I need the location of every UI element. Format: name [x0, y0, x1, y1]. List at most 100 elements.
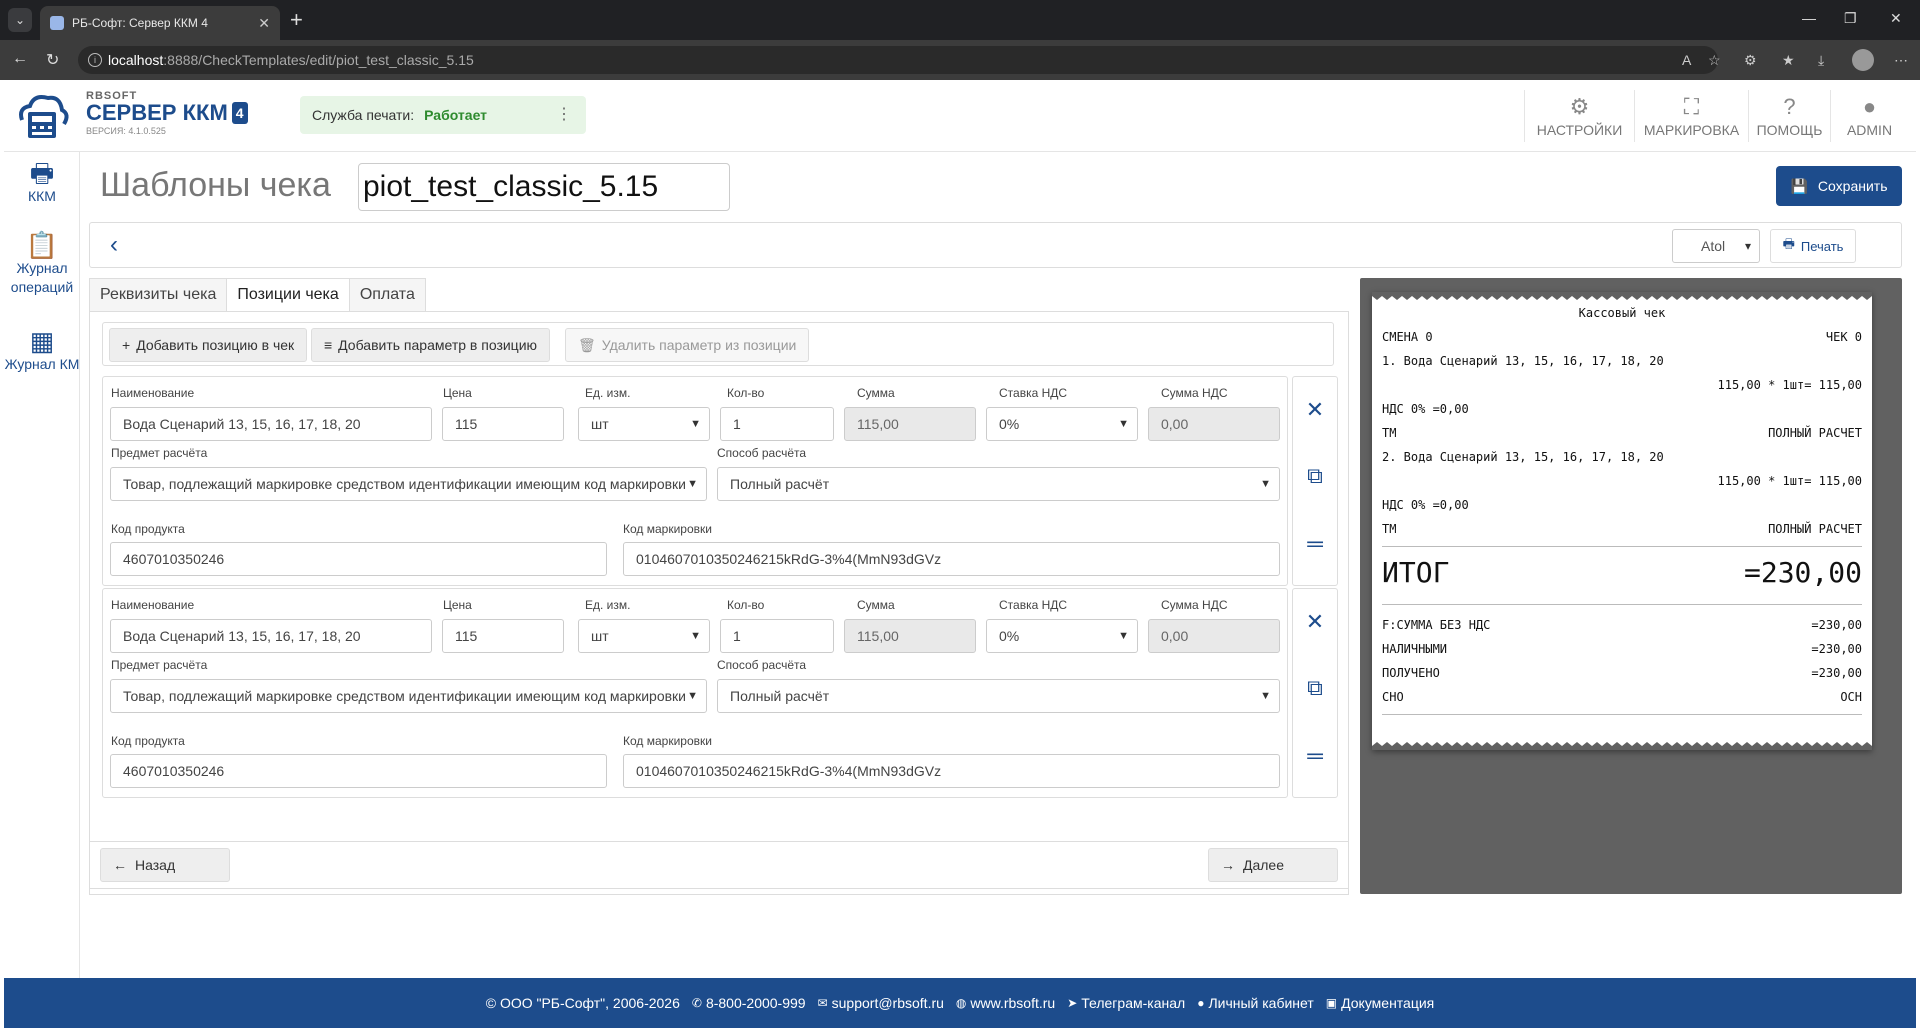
receipt-separator [1382, 546, 1862, 547]
save-button[interactable]: 💾 Сохранить [1776, 166, 1902, 206]
copy-position-icon[interactable]: ⧉ [1293, 675, 1337, 701]
next-button[interactable]: → Далее [1208, 848, 1338, 882]
vat-rate-select[interactable]: 0% ▼ [986, 619, 1138, 653]
subject-select[interactable]: Товар, подлежащий маркировке средством и… [110, 467, 707, 501]
tab-list-button[interactable]: ⌄ [8, 8, 32, 32]
scan-icon: ⛶ [1683, 94, 1700, 119]
unit-value: шт [591, 628, 609, 644]
delete-position-icon[interactable]: ✕ [1293, 609, 1337, 635]
mark-code-label: Код маркировки [623, 522, 712, 536]
back-button[interactable]: ← Назад [100, 848, 230, 882]
mark-code-input[interactable]: 0104607010350246215kRdG-3%4(MmN93dGVz [623, 542, 1280, 576]
receipt-summary-row: F:СУММА БЕЗ НДС =230,00 [1382, 618, 1862, 632]
product-code-input[interactable]: 4607010350246 [110, 542, 607, 576]
restore-icon[interactable]: ❐ [1844, 10, 1857, 27]
new-tab-button[interactable]: + [290, 8, 303, 32]
qty-input[interactable]: 1 [720, 619, 834, 653]
template-name-input[interactable] [358, 163, 730, 211]
minimize-icon[interactable]: — [1802, 10, 1816, 26]
receipt-item-name: 1. Вода Сценарий 13, 15, 16, 17, 18, 20 [1382, 354, 1664, 368]
subject-select[interactable]: Товар, подлежащий маркировке средством и… [110, 679, 707, 713]
name-input[interactable]: Вода Сценарий 13, 15, 16, 17, 18, 20 [110, 407, 432, 441]
footer-cabinet[interactable]: ● Личный кабинет [1197, 995, 1314, 1011]
footer-email[interactable]: ✉ support@rbsoft.ru [818, 995, 944, 1011]
footer-email-text: support@rbsoft.ru [831, 995, 944, 1011]
receipt-title: Кассовый чек [1578, 306, 1666, 320]
arrow-right-icon: → [1221, 857, 1235, 873]
vat-rate-select[interactable]: 0% ▼ [986, 407, 1138, 441]
next-label: Далее [1243, 857, 1285, 873]
vat-sum-field: 0,00 [1148, 407, 1280, 441]
method-value: Полный расчёт [730, 688, 830, 704]
printer-select[interactable]: Atol ▾ [1672, 229, 1760, 263]
unit-label: Ед. изм. [585, 598, 631, 612]
footer-phone[interactable]: ✆ 8-800-2000-999 [692, 995, 806, 1011]
print-service-status: Служба печати: Работает ⋮ [300, 96, 586, 134]
back-chevron-icon[interactable]: ‹ [110, 231, 118, 259]
browser-menu-icon[interactable]: ⋯ [1894, 52, 1908, 69]
sidebar-item-operations-log[interactable]: 📋 Журнал операций [4, 232, 80, 297]
tab-positions[interactable]: Позиции чека [226, 278, 350, 312]
sum-field: 115,00 [844, 619, 976, 653]
method-select[interactable]: Полный расчёт ▼ [717, 679, 1280, 713]
nav-help[interactable]: ? ПОМОЩЬ [1748, 90, 1830, 142]
receipt-summary-row: НАЛИЧНЫМИ =230,00 [1382, 642, 1862, 656]
tab-requisites[interactable]: Реквизиты чека [89, 278, 228, 312]
favorites-icon[interactable]: ★ [1782, 52, 1795, 69]
price-input[interactable]: 115 [442, 407, 564, 441]
name-input[interactable]: Вода Сценарий 13, 15, 16, 17, 18, 20 [110, 619, 432, 653]
add-position-label: Добавить позицию в чек [136, 337, 295, 353]
qr-icon: ▦ [29, 326, 55, 356]
telegram-icon: ➤ [1067, 996, 1078, 1010]
nav-marking[interactable]: ⛶ МАРКИРОВКА [1634, 90, 1748, 142]
wizard-navigation: ← Назад → Далее [89, 841, 1349, 889]
add-position-button[interactable]: + Добавить позицию в чек [109, 328, 308, 362]
drag-handle-icon[interactable]: ═ [1293, 531, 1337, 557]
remove-parameter-button[interactable]: 🗑 Удалить параметр из позиции [565, 328, 810, 362]
sidebar: 🖶 ККМ 📋 Журнал операций ▦ Журнал КМ [4, 152, 80, 978]
qty-input[interactable]: 1 [720, 407, 834, 441]
site-info-icon[interactable]: i [88, 53, 102, 67]
receipt-summary-row: ПОЛУЧЕНО =230,00 [1382, 666, 1862, 680]
read-aloud-icon[interactable]: A [1682, 52, 1691, 68]
delete-position-icon[interactable]: ✕ [1293, 397, 1337, 423]
drag-handle-icon[interactable]: ═ [1293, 743, 1337, 769]
tab-close-icon[interactable]: ✕ [258, 15, 270, 32]
unit-select[interactable]: шт ▼ [578, 619, 710, 653]
window-close-icon[interactable]: ✕ [1890, 10, 1902, 27]
arrow-left-icon: ← [113, 857, 127, 873]
receipt-item-mode-row: ТМ ПОЛНЫЙ РАСЧЕТ [1382, 522, 1862, 536]
mark-code-input[interactable]: 0104607010350246215kRdG-3%4(MmN93dGVz [623, 754, 1280, 788]
back-icon[interactable]: ← [12, 50, 28, 68]
receipt-summary-value: =230,00 [1811, 666, 1862, 680]
print-service-menu-icon[interactable]: ⋮ [556, 104, 572, 124]
browser-tab[interactable]: РБ-Софт: Сервер ККМ 4 ✕ [40, 6, 280, 40]
price-label: Цена [443, 386, 472, 400]
add-parameter-button[interactable]: ≡ Добавить параметр в позицию [311, 328, 551, 362]
nav-settings[interactable]: ⚙ НАСТРОЙКИ [1524, 90, 1634, 142]
print-button[interactable]: 🖶 Печать [1770, 229, 1856, 263]
sidebar-item-km-log[interactable]: ▦ Журнал КМ [4, 326, 80, 374]
url-host: localhost [108, 52, 164, 68]
footer-site[interactable]: ◍ www.rbsoft.ru [956, 995, 1055, 1011]
nav-admin[interactable]: ● ADMIN [1830, 90, 1908, 142]
extensions-icon[interactable]: ⚙ [1744, 52, 1757, 69]
downloads-icon[interactable]: ⤓ [1818, 52, 1824, 69]
receipt-summary-value: =230,00 [1811, 642, 1862, 656]
favorite-star-icon[interactable]: ☆ [1708, 52, 1721, 69]
method-select[interactable]: Полный расчёт ▼ [717, 467, 1280, 501]
unit-select[interactable]: шт ▼ [578, 407, 710, 441]
receipt-total-value: =230,00 [1743, 556, 1862, 589]
footer-docs[interactable]: ▣ Документация [1326, 995, 1435, 1011]
product-code-input[interactable]: 4607010350246 [110, 754, 607, 788]
profile-avatar[interactable] [1852, 49, 1874, 71]
sidebar-item-kkm[interactable]: 🖶 ККМ [4, 160, 80, 206]
tab-payment[interactable]: Оплата [348, 278, 426, 312]
reload-icon[interactable]: ↻ [46, 50, 59, 70]
footer-telegram[interactable]: ➤ Телеграм-канал [1067, 995, 1185, 1011]
copy-position-icon[interactable]: ⧉ [1293, 463, 1337, 489]
logo[interactable]: RBSOFT СЕРВЕР ККМ 4 ВЕРСИЯ: 4.1.0.525 [86, 90, 248, 136]
position-tools: ✕ ⧉ ═ [1292, 588, 1338, 798]
address-bar[interactable]: i localhost :8888/CheckTemplates/edit/pi… [78, 46, 1718, 74]
price-input[interactable]: 115 [442, 619, 564, 653]
